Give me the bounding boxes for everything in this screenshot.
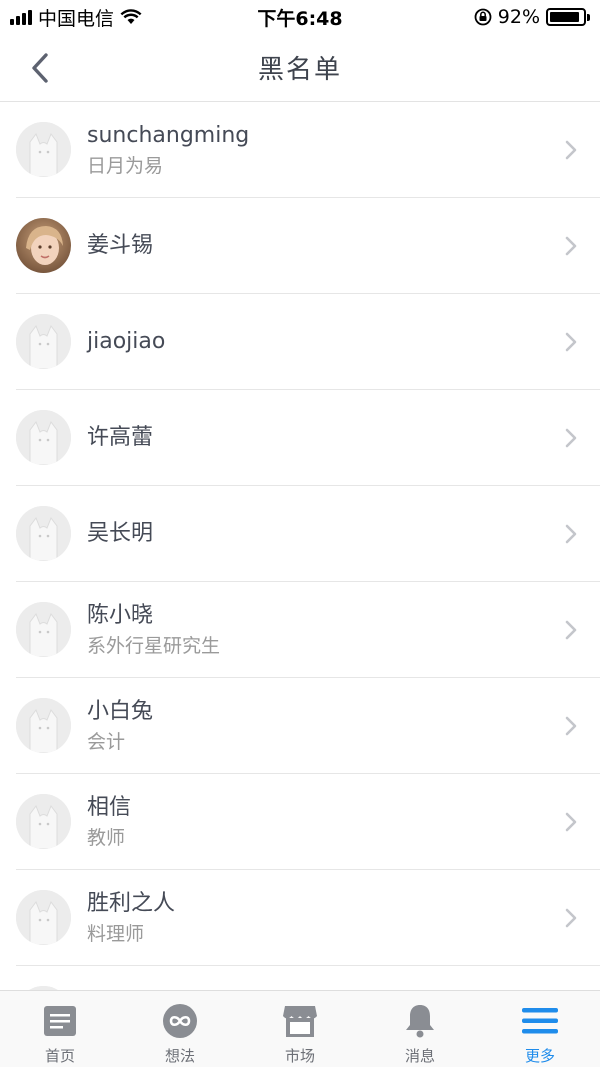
list-item-text: 许高蕾 bbox=[87, 423, 600, 453]
back-button[interactable] bbox=[22, 50, 58, 86]
chevron-left-icon bbox=[32, 53, 48, 83]
tab-label: 更多 bbox=[524, 1047, 555, 1065]
wifi-icon bbox=[120, 9, 142, 24]
tab-bar: 首页 想法 市场 消息 更多 bbox=[0, 990, 600, 1067]
list-item[interactable]: jiaojiao bbox=[16, 294, 600, 390]
user-subtitle: 日月为易 bbox=[87, 154, 164, 177]
carrier-label: 中国电信 bbox=[38, 7, 115, 30]
user-subtitle: 料理师 bbox=[87, 922, 145, 945]
default-avatar-icon bbox=[16, 506, 71, 561]
user-name: 胜利之人 bbox=[87, 890, 176, 916]
status-left: 中国电信 bbox=[10, 4, 142, 31]
chevron-right-icon bbox=[565, 716, 577, 735]
default-avatar-icon bbox=[16, 602, 71, 657]
list-item[interactable]: 胜利之人 料理师 bbox=[16, 870, 600, 966]
tab-infinity[interactable]: 想法 bbox=[120, 991, 240, 1067]
list-item[interactable]: 小白兔 会计 bbox=[16, 678, 600, 774]
list-item-text: 吴长明 bbox=[87, 519, 600, 549]
tab-store[interactable]: 市场 bbox=[240, 991, 360, 1067]
list-item-text: jiaojiao bbox=[87, 327, 600, 357]
tab-menu[interactable]: 更多 bbox=[480, 991, 600, 1067]
list-item-text: 陈小晓系外行星研究生 bbox=[87, 601, 600, 659]
page-title: 黑名单 bbox=[257, 55, 342, 85]
list-item-text: sunchangming 日月为易 bbox=[87, 121, 600, 179]
chevron-right-icon bbox=[565, 332, 577, 351]
default-avatar-icon bbox=[16, 314, 71, 369]
user-subtitle: 系外行星研究生 bbox=[87, 634, 221, 657]
status-bar: 中国电信 下午6:48 92% bbox=[0, 0, 600, 34]
menu-icon bbox=[522, 1003, 558, 1039]
document-icon bbox=[42, 1003, 78, 1039]
tab-bell[interactable]: 消息 bbox=[360, 991, 480, 1067]
infinity-icon bbox=[162, 1003, 198, 1039]
blacklist-list: sunchangming 日月为易姜斗锡 jiaojiao 许高蕾吴长明陈小晓系外行星… bbox=[0, 102, 600, 990]
list-item-text: 姜斗锡 bbox=[87, 231, 600, 261]
default-avatar-icon bbox=[16, 890, 71, 945]
list-item-text: 相信 教师 bbox=[87, 793, 600, 851]
chevron-right-icon bbox=[565, 428, 577, 447]
user-name: 吴长明 bbox=[87, 520, 154, 546]
store-icon bbox=[282, 1003, 318, 1039]
list-item[interactable]: 姜斗锡 bbox=[16, 198, 600, 294]
battery-percent: 92% bbox=[497, 6, 540, 28]
chevron-right-icon bbox=[565, 524, 577, 543]
bell-icon bbox=[402, 1003, 438, 1039]
rotation-lock-icon bbox=[474, 8, 492, 26]
chevron-right-icon bbox=[565, 908, 577, 927]
user-name: 陈小晓 bbox=[87, 602, 154, 628]
list-item-text: 小白兔 会计 bbox=[87, 697, 600, 755]
navigation-bar: 黑名单 bbox=[0, 34, 600, 102]
list-item[interactable]: 陈小晓系外行星研究生 bbox=[16, 582, 600, 678]
user-name: sunchangming bbox=[87, 122, 250, 148]
default-avatar-icon bbox=[16, 698, 71, 753]
chevron-right-icon bbox=[565, 140, 577, 159]
list-item[interactable]: 相信 教师 bbox=[16, 774, 600, 870]
user-photo-avatar bbox=[16, 218, 71, 273]
tab-label: 首页 bbox=[44, 1047, 75, 1065]
list-item[interactable]: 许高蕾 bbox=[16, 390, 600, 486]
chevron-right-icon bbox=[565, 236, 577, 255]
signal-icon bbox=[10, 9, 32, 25]
user-name: jiaojiao bbox=[87, 328, 166, 354]
list-item-partial[interactable] bbox=[16, 966, 600, 990]
chevron-right-icon bbox=[565, 620, 577, 639]
user-name: 姜斗锡 bbox=[87, 232, 154, 258]
chevron-right-icon bbox=[565, 812, 577, 831]
tab-label: 消息 bbox=[404, 1047, 435, 1065]
tab-document[interactable]: 首页 bbox=[0, 991, 120, 1067]
user-name: 相信 bbox=[87, 794, 132, 820]
list-item[interactable]: 吴长明 bbox=[16, 486, 600, 582]
default-avatar-icon bbox=[16, 410, 71, 465]
user-subtitle: 教师 bbox=[87, 826, 126, 849]
blacklist-screen: 中国电信 下午6:48 92% 黑名单 sunchangming 日月为易 姜斗… bbox=[0, 0, 600, 1067]
tab-label: 市场 bbox=[284, 1047, 315, 1065]
status-right: 92% bbox=[474, 6, 590, 28]
default-avatar-icon bbox=[16, 122, 71, 177]
list-item[interactable]: sunchangming 日月为易 bbox=[16, 102, 600, 198]
tab-label: 想法 bbox=[164, 1047, 195, 1065]
default-avatar-icon bbox=[16, 794, 71, 849]
user-name: 许高蕾 bbox=[87, 424, 154, 450]
user-name: 小白兔 bbox=[87, 698, 154, 724]
user-subtitle: 会计 bbox=[87, 730, 126, 753]
list-item-text: 胜利之人 料理师 bbox=[87, 889, 600, 947]
battery-icon bbox=[546, 8, 590, 26]
